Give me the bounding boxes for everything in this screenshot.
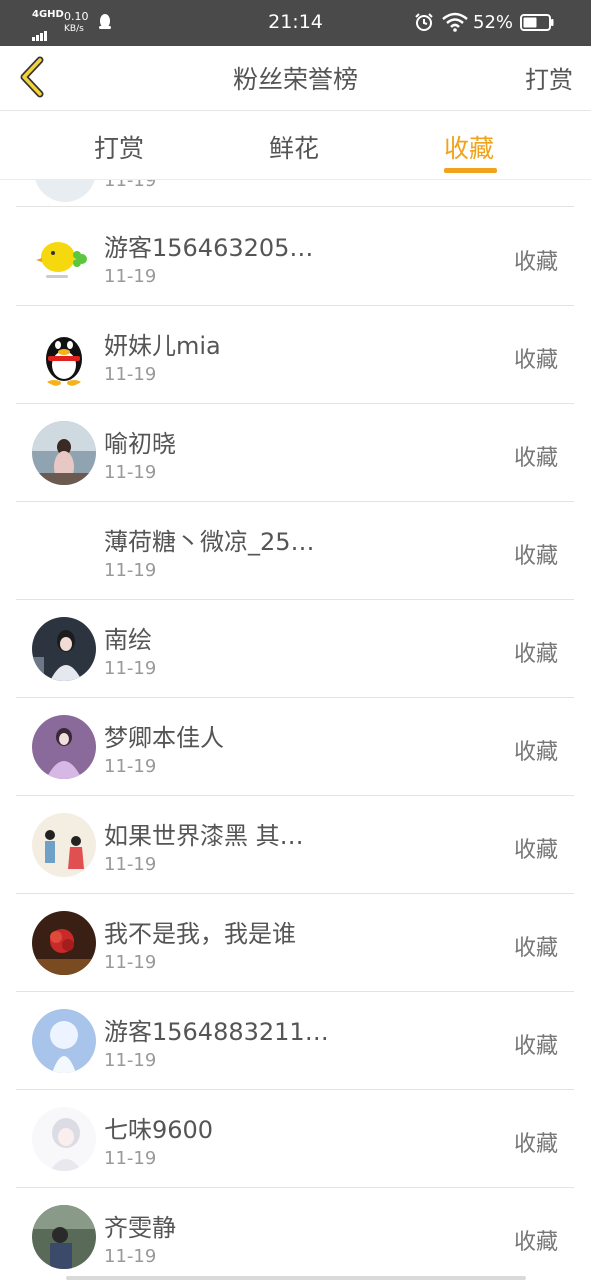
alarm-icon <box>415 13 433 31</box>
item-date: 11-19 <box>104 560 157 581</box>
active-tab-indicator <box>444 168 497 173</box>
battery-percent: 52% <box>473 12 514 33</box>
item-date: 11-19 <box>104 658 157 679</box>
photo-avatar <box>32 421 96 485</box>
illustration-avatar <box>32 813 96 877</box>
photo-avatar <box>32 1205 96 1269</box>
item-action: 收藏 <box>513 838 558 863</box>
list-item[interactable]: 七味9600 11-19 收藏 <box>16 1090 574 1188</box>
item-name: 喻初晓 <box>104 430 176 458</box>
item-action: 收藏 <box>513 936 558 961</box>
item-action: 收藏 <box>513 642 558 667</box>
item-date: 11-19 <box>104 756 157 777</box>
illustration-avatar <box>32 1107 96 1171</box>
battery-icon <box>520 14 554 31</box>
photo-avatar <box>32 715 96 779</box>
list-item[interactable]: 喻初晓 11-19 收藏 <box>16 404 574 502</box>
photo-avatar <box>32 617 96 681</box>
bottom-scroll-indicator <box>66 1276 526 1280</box>
list-item[interactable]: 薄荷糖丶微凉_25… 11-19 收藏 <box>16 502 574 600</box>
photo-avatar <box>32 1009 96 1073</box>
list-item[interactable]: 我不是我，我是谁 11-19 收藏 <box>16 894 574 992</box>
list-item[interactable]: 梦卿本佳人 11-19 收藏 <box>16 698 574 796</box>
tab-flowers[interactable]: 鲜花 <box>269 129 319 165</box>
fan-list[interactable]: 11-19 游客156463205… 11-19 收藏 妍妹儿mia 11-19… <box>0 180 591 1280</box>
item-action: 收藏 <box>513 740 558 765</box>
item-action: 收藏 <box>513 348 558 373</box>
list-item[interactable]: 11-19 <box>16 180 574 207</box>
wifi-icon <box>442 12 468 32</box>
item-name: 游客1564883211… <box>104 1018 329 1046</box>
item-action: 收藏 <box>513 1132 558 1157</box>
item-name: 妍妹儿mia <box>104 332 221 360</box>
item-date: 11-19 <box>104 364 157 385</box>
status-bar: 4GHD 0.10 KB/s 21:14 52% <box>0 0 591 46</box>
list-item[interactable]: 游客156463205… 11-19 收藏 <box>16 208 574 306</box>
item-date: 11-19 <box>104 1246 157 1267</box>
item-name: 南绘 <box>104 626 152 654</box>
item-name: 游客156463205… <box>104 234 314 262</box>
reward-button[interactable]: 打赏 <box>525 60 573 95</box>
list-item[interactable]: 游客1564883211… 11-19 收藏 <box>16 992 574 1090</box>
tab-reward[interactable]: 打赏 <box>94 129 144 165</box>
item-name: 如果世界漆黑 其… <box>104 822 304 850</box>
list-item[interactable]: 如果世界漆黑 其… 11-19 收藏 <box>16 796 574 894</box>
item-date: 11-19 <box>104 180 157 191</box>
top-bar: 粉丝荣誉榜 打赏 <box>0 46 591 111</box>
item-action: 收藏 <box>513 544 558 569</box>
item-action: 收藏 <box>513 1230 558 1255</box>
item-name: 梦卿本佳人 <box>104 724 224 752</box>
item-date: 11-19 <box>104 1148 157 1169</box>
page-title: 粉丝荣誉榜 <box>232 65 358 94</box>
penguin-avatar <box>32 323 96 387</box>
tab-bar: 打赏 鲜花 收藏 <box>0 111 591 180</box>
list-item[interactable]: 妍妹儿mia 11-19 收藏 <box>16 306 574 404</box>
list-item[interactable]: 齐雯静 11-19 收藏 <box>16 1188 574 1280</box>
item-date: 11-19 <box>104 462 157 483</box>
item-name: 齐雯静 <box>104 1214 176 1242</box>
item-date: 11-19 <box>104 952 157 973</box>
item-action: 收藏 <box>513 446 558 471</box>
item-name: 七味9600 <box>104 1116 214 1144</box>
list-item[interactable]: 南绘 11-19 收藏 <box>16 600 574 698</box>
item-date: 11-19 <box>104 854 157 875</box>
item-date: 11-19 <box>104 1050 157 1071</box>
item-action: 收藏 <box>513 1034 558 1059</box>
item-action: 收藏 <box>513 250 558 275</box>
tab-favorites[interactable]: 收藏 <box>444 129 494 165</box>
item-name: 薄荷糖丶微凉_25… <box>104 528 315 556</box>
avatar <box>34 180 96 202</box>
photo-avatar <box>32 911 96 975</box>
item-date: 11-19 <box>104 266 157 287</box>
item-name: 我不是我，我是谁 <box>104 920 296 948</box>
chick-avatar <box>32 225 96 289</box>
blank-avatar <box>32 519 96 583</box>
